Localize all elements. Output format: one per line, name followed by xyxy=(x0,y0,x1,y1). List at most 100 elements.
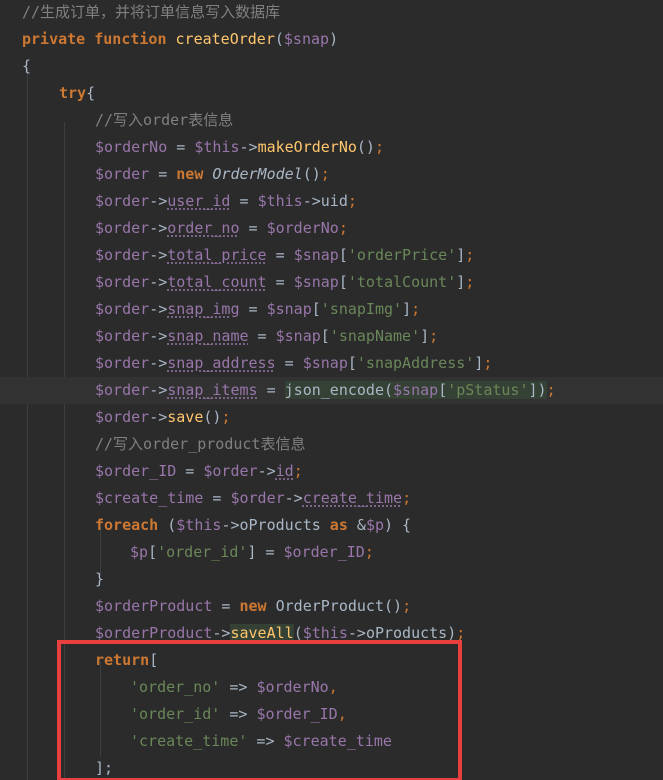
code-line[interactable]: $order->snap_items = json_encode($snap['… xyxy=(0,377,663,404)
code-token: saveAll xyxy=(230,624,294,642)
code-token: //生成订单，并将订单信息写入数据库 xyxy=(22,3,281,21)
code-token: ; xyxy=(293,462,303,480)
code-token: -> xyxy=(302,192,321,210)
code-token: private function xyxy=(22,30,176,48)
code-token: -> xyxy=(149,408,168,426)
code-token: $snap xyxy=(393,381,439,399)
code-token: -> xyxy=(347,624,366,642)
code-token: ; xyxy=(221,408,231,426)
code-token: = xyxy=(212,597,240,615)
code-token: ; xyxy=(546,381,556,399)
code-token: = xyxy=(167,138,195,156)
code-line[interactable]: return[ xyxy=(0,647,663,674)
code-line[interactable]: $orderProduct = new OrderProduct(); xyxy=(0,593,663,620)
code-line[interactable]: 'order_no' => $orderNo, xyxy=(0,674,663,701)
code-token: try xyxy=(59,84,87,102)
code-token: => xyxy=(247,732,284,750)
code-token: 'order_no' xyxy=(130,678,221,696)
code-token: ]; xyxy=(95,759,114,777)
code-token: $order xyxy=(203,462,258,480)
code-line[interactable]: $order->user_id = $this->uid; xyxy=(0,188,663,215)
code-line[interactable]: $order->snap_address = $snap['snapAddres… xyxy=(0,350,663,377)
code-token: 'order_id' xyxy=(157,543,248,561)
code-token: $order xyxy=(95,354,150,372)
code-token: ; xyxy=(465,246,475,264)
code-token: oProducts xyxy=(365,624,448,642)
code-line[interactable]: $order->total_price = $snap['orderPrice'… xyxy=(0,242,663,269)
code-token: $this xyxy=(302,624,348,642)
code-token: $order xyxy=(95,327,150,345)
code-token: -> xyxy=(149,219,168,237)
code-token: ( xyxy=(158,516,177,534)
code-token: ; xyxy=(483,354,493,372)
code-token: ; xyxy=(429,327,439,345)
code-token: = xyxy=(257,381,285,399)
code-token: $orderProduct xyxy=(95,624,213,642)
code-line[interactable]: ]; xyxy=(0,755,663,780)
code-token: createOrder xyxy=(175,30,275,48)
code-token: ) xyxy=(329,30,339,48)
code-token: 'snapName' xyxy=(329,327,421,345)
code-token: -> xyxy=(149,300,168,318)
code-token: $p xyxy=(130,543,149,561)
code-token: 'snapImg' xyxy=(320,300,403,318)
code-token: [ xyxy=(149,651,159,669)
code-token: $snap xyxy=(293,273,339,291)
code-line[interactable]: $orderNo = $this->makeOrderNo(); xyxy=(0,134,663,161)
code-line[interactable]: } xyxy=(0,566,663,593)
code-token: [ xyxy=(347,354,357,372)
code-line[interactable]: $create_time = $order->create_time; xyxy=(0,485,663,512)
code-line[interactable]: $order->snap_name = $snap['snapName']; xyxy=(0,323,663,350)
code-editor[interactable]: //生成订单，并将订单信息写入数据库 private function creat… xyxy=(0,0,663,780)
code-token: $order xyxy=(95,192,150,210)
code-token: makeOrderNo xyxy=(257,138,357,156)
code-line[interactable]: //生成订单，并将订单信息写入数据库 xyxy=(0,0,663,26)
code-token: 'orderPrice' xyxy=(347,246,457,264)
code-line[interactable]: //写入order_product表信息 xyxy=(0,431,663,458)
code-token: $create_time xyxy=(283,732,392,750)
code-line[interactable]: { xyxy=(0,53,663,80)
code-token: snap_address xyxy=(167,354,276,372)
code-token: $orderNo xyxy=(95,138,168,156)
code-token: ] xyxy=(420,327,430,345)
code-line[interactable]: foreach ($this->oProducts as &$p) { xyxy=(0,512,663,539)
code-line[interactable]: $order->total_count = $snap['totalCount'… xyxy=(0,269,663,296)
code-token: } xyxy=(95,570,105,588)
code-token: => xyxy=(220,705,257,723)
code-line[interactable]: //写入order表信息 xyxy=(0,107,663,134)
code-token: ] = xyxy=(247,543,284,561)
code-line[interactable]: private function createOrder($snap) xyxy=(0,26,663,53)
code-line[interactable]: $order->save(); xyxy=(0,404,663,431)
code-token: user_id xyxy=(167,192,231,210)
code-line[interactable]: $order_ID = $order->id; xyxy=(0,458,663,485)
code-line[interactable]: $p['order_id'] = $order_ID; xyxy=(0,539,663,566)
code-token: ; xyxy=(402,489,412,507)
code-token: ( xyxy=(274,30,284,48)
code-line[interactable]: 'create_time' => $create_time xyxy=(0,728,663,755)
code-token: ] xyxy=(456,273,466,291)
code-line[interactable]: $order->snap_img = $snap['snapImg']; xyxy=(0,296,663,323)
code-token: OrderProduct xyxy=(275,597,384,615)
code-token: //写入order_product表信息 xyxy=(95,435,306,453)
code-token: $orderNo xyxy=(256,678,329,696)
code-token: $order xyxy=(95,165,150,183)
code-line[interactable]: 'order_id' => $order_ID, xyxy=(0,701,663,728)
code-token: return xyxy=(95,651,150,669)
code-token: { xyxy=(86,84,96,102)
code-token: & xyxy=(356,516,366,534)
code-line[interactable]: try{ xyxy=(0,80,663,107)
code-line[interactable]: $order->order_no = $orderNo; xyxy=(0,215,663,242)
code-token: create_time xyxy=(302,489,403,507)
code-token: $this xyxy=(176,516,222,534)
code-token: $snap xyxy=(275,327,321,345)
code-token: ; xyxy=(411,300,421,318)
code-line[interactable]: $order = new OrderModel(); xyxy=(0,161,663,188)
code-token: json_encode( xyxy=(284,381,394,399)
code-line[interactable]: $orderProduct->saveAll($this->oProducts)… xyxy=(0,620,663,647)
code-token: $orderProduct xyxy=(95,597,213,615)
code-token: -> xyxy=(149,273,168,291)
code-token: 'pStatus' xyxy=(447,381,529,399)
code-token: = xyxy=(266,246,294,264)
code-token: oProducts xyxy=(239,516,321,534)
code-token: ; xyxy=(338,219,348,237)
